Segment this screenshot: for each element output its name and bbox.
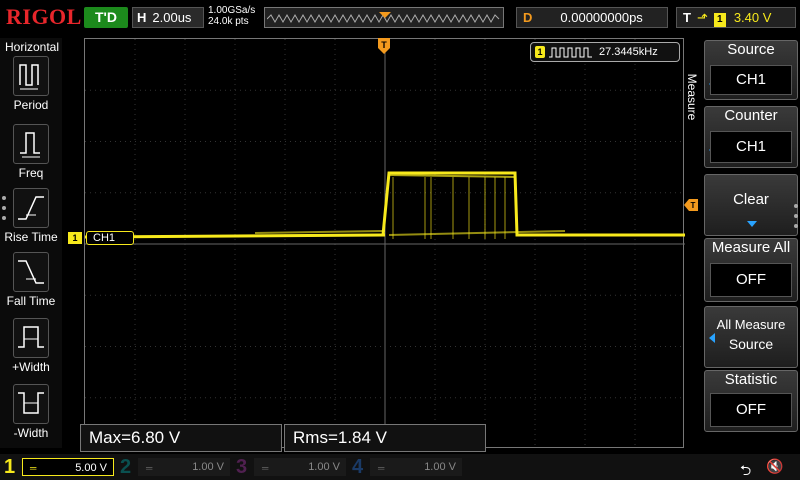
dc-coupling-icon: ═ <box>378 463 385 473</box>
delay-label: D <box>523 10 533 25</box>
svg-text:T: T <box>691 201 696 210</box>
channel1-offset-marker[interactable]: 1 <box>68 232 82 244</box>
all-measure-source-button[interactable]: All Measure Source <box>704 306 798 368</box>
pulse-train-icon <box>549 47 592 58</box>
left-menu-title: Horizontal <box>4 40 60 54</box>
counter-channel: 1 <box>535 46 545 58</box>
horizontal-label: H <box>137 10 147 25</box>
source-button[interactable]: Source CH1 <box>704 40 798 100</box>
dc-coupling-icon: ═ <box>262 463 269 473</box>
delay-box[interactable]: D 0.00000000ps <box>516 7 668 28</box>
measure-period-button[interactable]: Period <box>0 56 62 118</box>
brand-logo: RIGOL <box>6 4 82 29</box>
clear-button[interactable]: Clear <box>704 174 798 236</box>
measure-all-button[interactable]: Measure All OFF <box>704 238 798 302</box>
channel2-number: 2 <box>120 456 132 478</box>
usb-icon: ⮌ <box>740 462 752 478</box>
left-menu-page-dots <box>2 196 6 226</box>
svg-text:T: T <box>381 40 387 50</box>
memory-depth: 24.0k pts <box>208 16 249 27</box>
left-arrow-icon <box>709 333 715 343</box>
all-measure-source-label: Source <box>728 336 774 352</box>
trigger-level: 3.40 V <box>733 10 772 25</box>
trigger-box[interactable]: T ⬏ 1 3.40 V <box>676 7 796 28</box>
top-status-bar: RIGOL T'D H 2.00us 1.00GSa/s 24.0k pts D 0… <box>0 0 800 34</box>
measure-rise-time-button[interactable]: Rise Time <box>0 188 62 250</box>
statistic-label: Statistic <box>724 371 778 388</box>
rise-time-label: Rise Time <box>4 230 58 244</box>
trace-pulse-top <box>388 174 516 178</box>
channel3-number: 3 <box>236 456 248 478</box>
measure-fall-time-button[interactable]: Fall Time <box>0 252 62 314</box>
memory-overview-bar[interactable] <box>264 7 504 28</box>
channel3-tab[interactable]: 3 1.00 V ═ <box>232 454 348 480</box>
counter-label: Counter <box>724 107 778 124</box>
fall-time-label: Fall Time <box>6 294 56 308</box>
period-label: Period <box>13 98 49 112</box>
dc-coupling-icon: ═ <box>146 463 153 473</box>
period-icon <box>13 56 49 96</box>
horizontal-measure-menu: Horizontal Period Freq Rise Time Fall Ti… <box>0 38 62 448</box>
sample-rate: 1.00GSa/s <box>208 5 256 16</box>
trigger-status-badge: T'D <box>84 7 128 28</box>
graticule-and-trace <box>85 39 685 449</box>
source-value: CH1 <box>710 65 792 95</box>
measurement-max[interactable]: Max=6.80 V <box>80 424 282 452</box>
statistic-button[interactable]: Statistic OFF <box>704 370 798 432</box>
counter-value: 27.3445kHz <box>599 46 658 58</box>
measure-all-label: Measure All <box>711 239 791 256</box>
measure-positive-width-button[interactable]: +Width <box>0 318 62 380</box>
memory-waveform-icon <box>267 12 500 24</box>
channel2-tab[interactable]: 2 1.00 V ═ <box>116 454 232 480</box>
channel-bar: 1 5.00 V ═ 2 1.00 V ═ 3 1.00 V ═ 4 1.00 … <box>0 454 800 480</box>
negative-width-icon <box>13 384 49 424</box>
rising-edge-icon: ⬏ <box>696 10 708 25</box>
measure-menu-title: Measure <box>684 68 700 128</box>
timebase-value: 2.00us <box>152 10 192 25</box>
channel4-number: 4 <box>352 456 364 478</box>
trigger-source: 1 <box>713 13 726 27</box>
rise-time-icon <box>13 188 49 228</box>
trigger-level-marker: T <box>684 198 698 211</box>
channel1-label: CH1 <box>86 231 134 245</box>
negative-width-label: -Width <box>13 426 49 440</box>
timebase-box[interactable]: H 2.00us <box>132 7 204 28</box>
speaker-muted-icon: 🔇 <box>766 458 784 474</box>
trigger-label: T <box>683 10 691 25</box>
dc-coupling-icon: ═ <box>30 463 37 473</box>
fall-time-icon <box>13 252 49 292</box>
all-measure-label: All Measure <box>716 317 786 332</box>
measure-frequency-button[interactable]: Freq <box>0 124 62 186</box>
statistic-value: OFF <box>710 393 792 427</box>
trace-noise <box>254 230 386 234</box>
clear-label: Clear <box>733 191 769 208</box>
delay-value: 0.00000000ps <box>560 10 643 25</box>
counter-button[interactable]: Counter CH1 <box>704 106 798 168</box>
trace-pulse <box>381 171 685 237</box>
trigger-position-marker: T <box>378 38 390 58</box>
frequency-label: Freq <box>18 166 44 180</box>
measure-menu-title-text: Measure <box>685 73 699 121</box>
measure-all-value: OFF <box>710 263 792 297</box>
positive-width-icon <box>13 318 49 358</box>
channel4-tab[interactable]: 4 1.00 V ═ <box>348 454 464 480</box>
positive-width-label: +Width <box>12 360 50 374</box>
chevron-down-icon <box>747 221 757 227</box>
measure-negative-width-button[interactable]: -Width <box>0 384 62 446</box>
frequency-icon <box>13 124 49 164</box>
counter-source-value: CH1 <box>710 131 792 163</box>
channel1-number: 1 <box>4 456 16 478</box>
frequency-counter: 1 27.3445kHz <box>530 42 680 62</box>
waveform-display[interactable] <box>84 38 685 449</box>
right-menu-page-dots <box>794 204 798 234</box>
acquisition-info: 1.00GSa/s 24.0k pts <box>208 5 255 27</box>
source-label: Source <box>727 41 775 58</box>
measurement-rms[interactable]: Rms=1.84 V <box>284 424 486 452</box>
channel1-tab[interactable]: 1 5.00 V ═ <box>0 454 116 480</box>
